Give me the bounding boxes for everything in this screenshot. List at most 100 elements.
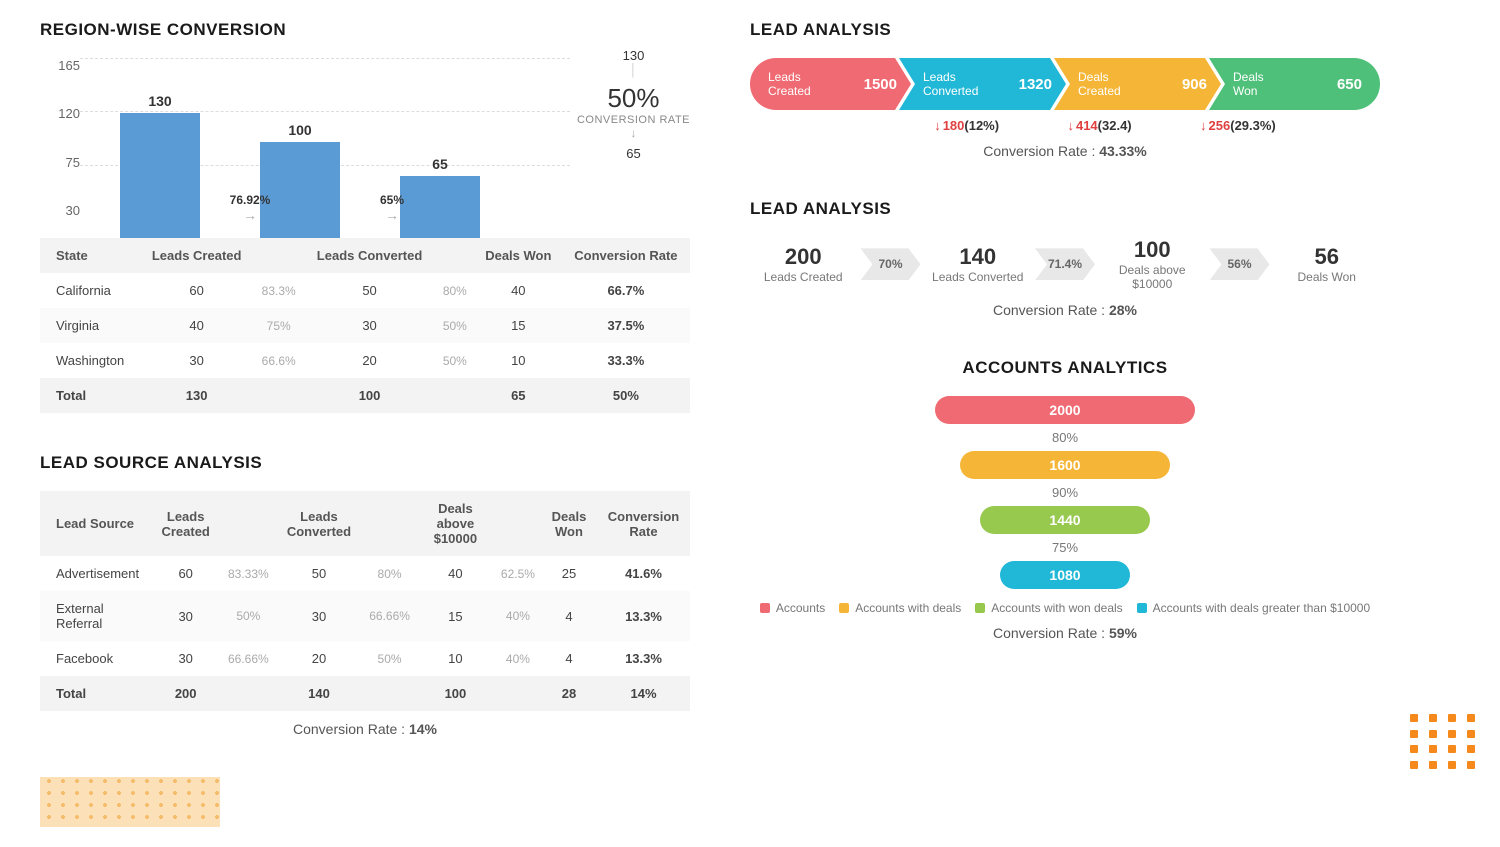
funnel-step-pct: 56% xyxy=(1210,248,1270,280)
cell: 30 xyxy=(275,591,364,641)
cell: 10 xyxy=(475,343,562,378)
legend-swatch xyxy=(760,603,770,613)
funnel-drop: ↓180(12%) xyxy=(934,118,999,133)
funnel-drop: ↓414(32.4) xyxy=(1067,118,1131,133)
funnel-step-pct: 71.4% xyxy=(1035,248,1095,280)
region-title: REGION-WISE CONVERSION xyxy=(40,20,690,40)
stage-value: 200 xyxy=(750,244,857,270)
region-section: REGION-WISE CONVERSION 165 120 75 30 130 xyxy=(40,20,690,413)
accounts-legend: AccountsAccounts with dealsAccounts with… xyxy=(750,601,1380,615)
funnel-stage: 56Deals Won xyxy=(1274,244,1381,284)
callout-top: 130 xyxy=(577,48,690,63)
cell: 20 xyxy=(304,343,435,378)
cell: 30 xyxy=(149,591,222,641)
cell: 50% xyxy=(435,308,475,343)
col-header: Deals Won xyxy=(541,491,597,556)
cell: 15 xyxy=(475,308,562,343)
accounts-title: ACCOUNTS ANALYTICS xyxy=(750,358,1380,378)
down-arrow-icon: ↓ xyxy=(1200,118,1207,133)
col-header xyxy=(222,491,275,556)
cell: 13.3% xyxy=(597,591,690,641)
cell: 100 xyxy=(304,378,435,413)
funnel-stage: DealsWon650 xyxy=(1209,58,1380,110)
funnel2-title: LEAD ANALYSIS xyxy=(750,199,1380,219)
col-header: Leads Converted xyxy=(275,491,364,556)
cell xyxy=(253,378,304,413)
legend-text: Accounts with deals greater than $10000 xyxy=(1153,601,1370,615)
cell: Total xyxy=(40,676,149,711)
funnel1-section: LEAD ANALYSIS LeadsCreated1500LeadsConve… xyxy=(750,20,1380,159)
funnel-stage: 140Leads Converted xyxy=(925,244,1032,284)
cell: Advertisement xyxy=(40,556,149,591)
funnel2-row: 200Leads Created70%140Leads Converted71.… xyxy=(750,237,1380,292)
cell: 83.33% xyxy=(222,556,275,591)
col-header: State xyxy=(40,238,140,273)
cell: 30 xyxy=(149,641,222,676)
funnel-stage: 100Deals above $10000 xyxy=(1099,237,1206,292)
bar-label: 65 xyxy=(432,156,448,172)
table-row: Virginia4075%3050%1537.5% xyxy=(40,308,690,343)
cell: 66.6% xyxy=(253,343,304,378)
cell: 62.5% xyxy=(495,556,541,591)
stage-label: Leads Converted xyxy=(925,270,1032,284)
funnel-drop: ↓256(29.3%) xyxy=(1200,118,1276,133)
cell: 50% xyxy=(562,378,690,413)
bar-label: 130 xyxy=(148,93,171,109)
legend-text: Accounts xyxy=(776,601,825,615)
stage-value: 1320 xyxy=(1019,76,1052,93)
cell: 100 xyxy=(416,676,495,711)
col-header: Deals Won xyxy=(475,238,562,273)
total-row: Total2001401002814% xyxy=(40,676,690,711)
cell: 50 xyxy=(304,273,435,308)
cell: Virginia xyxy=(40,308,140,343)
cell: 15 xyxy=(416,591,495,641)
cell: 80% xyxy=(363,556,416,591)
funnel-step-pct: 70% xyxy=(861,248,921,280)
cell: 40 xyxy=(140,308,253,343)
stage-label: LeadsConverted xyxy=(923,70,978,99)
stage-label: LeadsCreated xyxy=(768,70,811,99)
cell: 13.3% xyxy=(597,641,690,676)
cell: 60 xyxy=(140,273,253,308)
region-yaxis: 165 120 75 30 xyxy=(40,58,80,218)
cell xyxy=(222,676,275,711)
callout-bot: 65 xyxy=(577,146,690,161)
stage-value: 56 xyxy=(1274,244,1381,270)
legend-item: Accounts with deals greater than $10000 xyxy=(1137,601,1370,615)
ytick: 120 xyxy=(40,106,80,121)
cell xyxy=(495,676,541,711)
cell: 65 xyxy=(475,378,562,413)
cell: 25 xyxy=(541,556,597,591)
col-header xyxy=(253,238,304,273)
source-table: Lead SourceLeads CreatedLeads ConvertedD… xyxy=(40,491,690,711)
cell: 66.7% xyxy=(562,273,690,308)
col-header xyxy=(435,238,475,273)
cell: 50 xyxy=(275,556,364,591)
cell: 200 xyxy=(149,676,222,711)
cell: 83.3% xyxy=(253,273,304,308)
cell xyxy=(363,676,416,711)
source-title: LEAD SOURCE ANALYSIS xyxy=(40,453,690,473)
table-row: Washington3066.6%2050%1033.3% xyxy=(40,343,690,378)
cell: 20 xyxy=(275,641,364,676)
cell: 40% xyxy=(495,591,541,641)
funnel1-footer: Conversion Rate : 43.33% xyxy=(750,143,1380,159)
region-chart: 165 120 75 30 130 76.92%→ xyxy=(40,58,570,238)
legend-swatch xyxy=(975,603,985,613)
cell: 28 xyxy=(541,676,597,711)
ytick: 75 xyxy=(40,155,80,170)
cell: 50% xyxy=(435,343,475,378)
cell: 40 xyxy=(416,556,495,591)
cell: 10 xyxy=(416,641,495,676)
cell: Total xyxy=(40,378,140,413)
stage-value: 100 xyxy=(1099,237,1206,263)
accounts-footer: Conversion Rate : 59% xyxy=(750,625,1380,641)
col-header: Conversion Rate xyxy=(562,238,690,273)
cell: External Referral xyxy=(40,591,149,641)
cell: 60 xyxy=(149,556,222,591)
account-pill: 1080 xyxy=(1000,561,1130,589)
cell: 50% xyxy=(222,591,275,641)
step-pct: 65%→ xyxy=(362,193,422,223)
cell: 4 xyxy=(541,591,597,641)
accounts-pills: 200080%160090%144075%1080 xyxy=(750,396,1380,589)
